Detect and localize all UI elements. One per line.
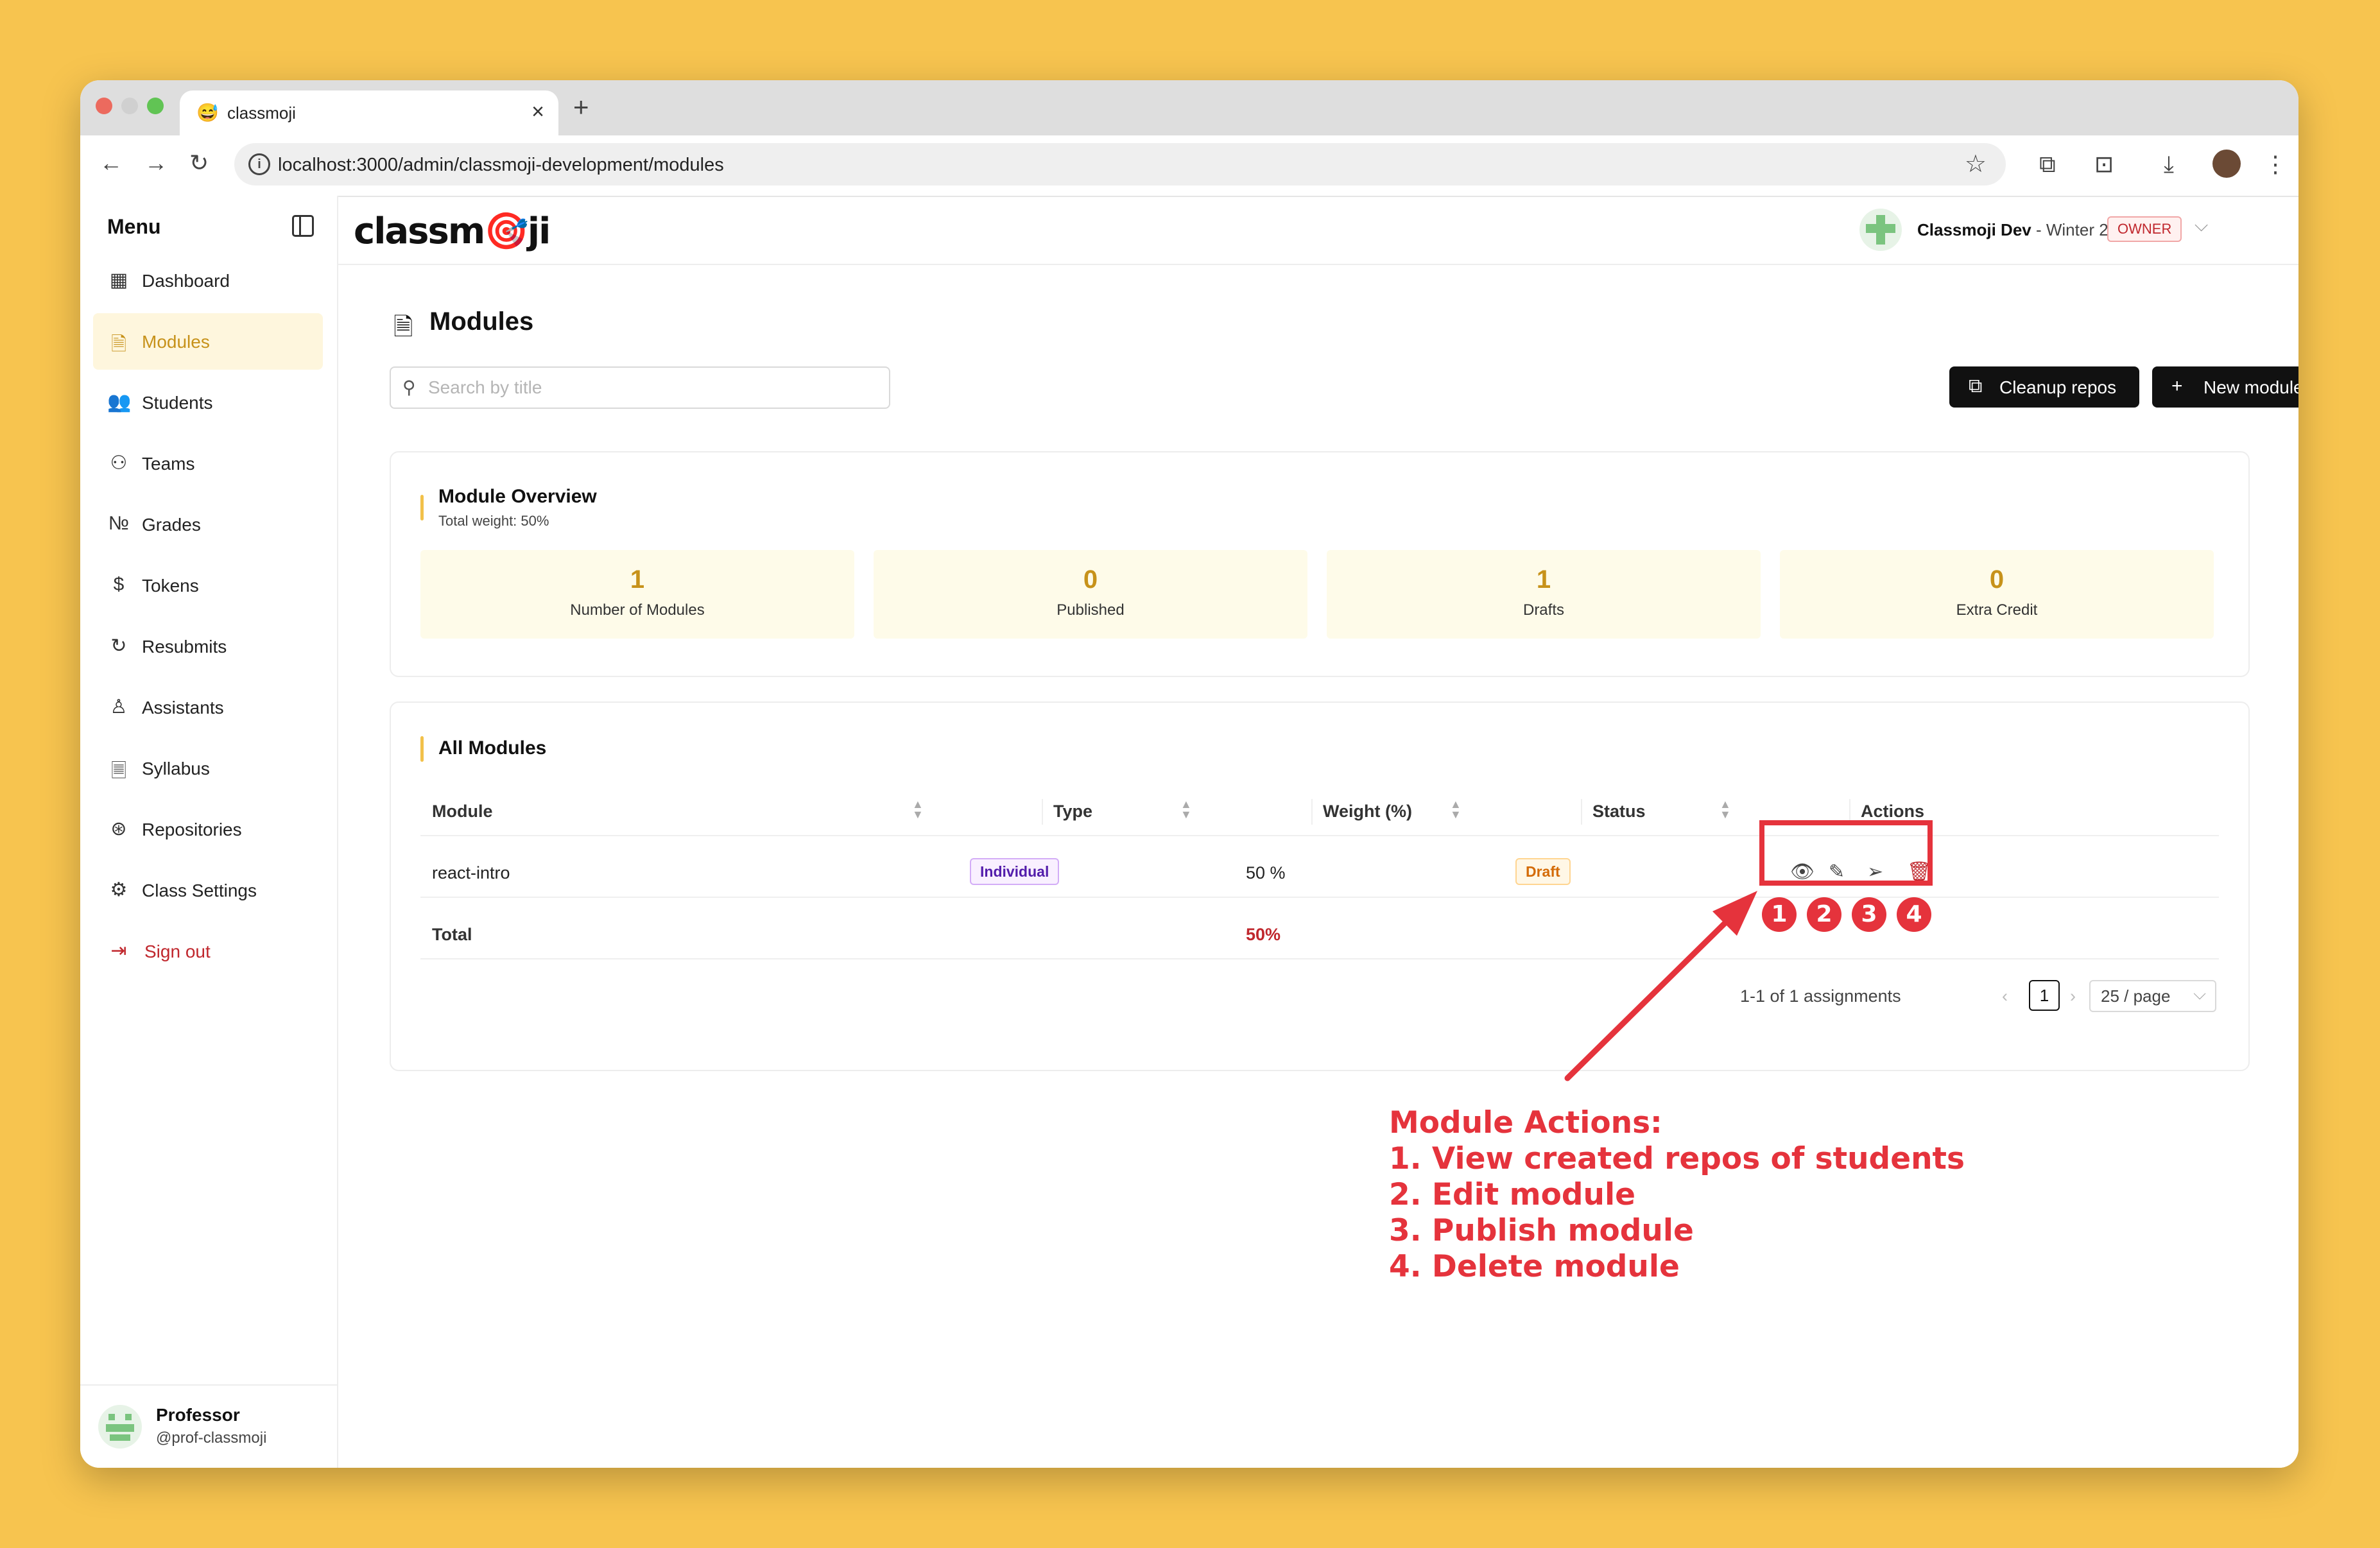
annotation-line: 3. Publish module [1389, 1213, 1694, 1248]
annotation-line: Module Actions: [1389, 1105, 1662, 1140]
annotation-line: 4. Delete module [1389, 1249, 1680, 1284]
annotation-line: 1. View created repos of students [1389, 1141, 1965, 1176]
annotation-arrow [1564, 891, 1757, 1081]
annotation-line: 2. Edit module [1389, 1177, 1635, 1212]
annotation-note: Module Actions: 1. View created repos of… [1389, 1105, 1965, 1285]
